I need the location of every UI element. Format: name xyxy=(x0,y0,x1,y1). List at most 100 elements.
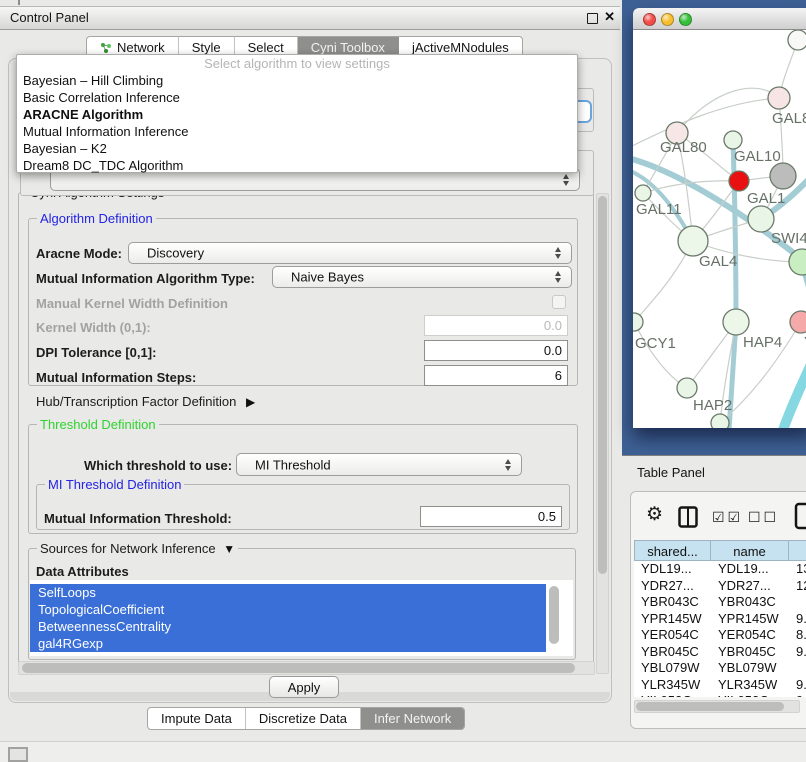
network-canvas[interactable]: GAL8GAL80GAL10GAL1GAL11GAL4SWI4GCY1HAP4Y… xyxy=(633,30,806,428)
network-edge[interactable] xyxy=(733,140,736,322)
which-threshold-value: MI Threshold xyxy=(255,457,331,472)
column-header[interactable]: shared... xyxy=(634,540,711,561)
which-threshold-select[interactable]: MI Threshold xyxy=(236,453,522,476)
network-node-hap4[interactable] xyxy=(723,309,749,335)
table-row[interactable]: YBR043CYBR043C xyxy=(634,594,806,611)
table-cell: YDL19... xyxy=(711,561,789,578)
attribute-item[interactable]: TopologicalCoefficient xyxy=(30,601,546,618)
vertical-scrollbar-thumb[interactable] xyxy=(598,196,607,574)
dropdown-item[interactable]: Basic Correlation Inference xyxy=(17,89,577,106)
minimize-traffic-light-icon[interactable] xyxy=(661,13,674,26)
spinner-arrows-icon xyxy=(562,174,570,186)
tab-discretize-data[interactable]: Discretize Data xyxy=(246,708,361,729)
tab-impute-data[interactable]: Impute Data xyxy=(148,708,246,729)
table-row[interactable]: YBL079WYBL079W xyxy=(634,660,806,677)
table-cell: YPR145W xyxy=(711,611,789,628)
dropdown-item[interactable]: Dream8 DC_TDC Algorithm xyxy=(17,157,577,174)
network-node[interactable] xyxy=(788,30,806,50)
mi-threshold-input[interactable]: 0.5 xyxy=(420,506,562,527)
dropdown-item[interactable]: Bayesian – Hill Climbing xyxy=(17,72,577,89)
select-all-checks-icon[interactable]: ☑☑ xyxy=(712,509,743,526)
file-icon[interactable] xyxy=(794,502,806,530)
network-edge[interactable] xyxy=(783,360,806,428)
network-node-y[interactable] xyxy=(790,311,806,333)
sources-title[interactable]: Sources for Network Inference ▼ xyxy=(37,541,238,556)
aracne-mode-select[interactable]: Discovery xyxy=(128,242,572,264)
network-node-hap2[interactable] xyxy=(677,378,697,398)
dropdown-item[interactable]: Mutual Information Inference xyxy=(17,123,577,140)
table-cell: YBR043C xyxy=(634,594,711,611)
network-node-gal4[interactable] xyxy=(678,226,708,256)
zoom-traffic-light-icon[interactable] xyxy=(679,13,692,26)
node-label: GAL4 xyxy=(699,253,737,270)
network-window-titlebar xyxy=(633,8,806,30)
network-node[interactable] xyxy=(770,163,796,189)
kernel-width-input[interactable]: 0.0 xyxy=(424,315,568,336)
table-row[interactable]: YBR045CYBR045C9. xyxy=(634,644,806,661)
table-hscrollbar-thumb[interactable] xyxy=(636,702,784,711)
table-cell: YBR045C xyxy=(711,644,789,661)
network-node-gcy1[interactable] xyxy=(633,313,643,331)
collapsed-panel-grip[interactable] xyxy=(8,747,28,762)
algorithm-definition-title: Algorithm Definition xyxy=(37,211,156,226)
table-row[interactable]: YPR145WYPR145W9. xyxy=(634,611,806,628)
tab-label: Cyni Toolbox xyxy=(311,40,385,55)
network-node-gal11[interactable] xyxy=(635,185,651,201)
aracne-mode-label: Aracne Mode: xyxy=(36,246,122,261)
dpi-tolerance-input[interactable]: 0.0 xyxy=(424,340,568,361)
table-cell: YDR27... xyxy=(634,578,711,595)
table-cell: 8. xyxy=(789,627,806,644)
node-label: GCY1 xyxy=(635,335,676,352)
table-cell: 9. xyxy=(789,677,806,694)
table-cell: YIL052C xyxy=(711,693,789,697)
network-node[interactable] xyxy=(748,206,774,232)
deselect-all-checks-icon[interactable]: ☐☐ xyxy=(748,509,779,526)
table-cell: YLR345W xyxy=(711,677,789,694)
bottom-tabbar: Impute Data Discretize DataInfer Network xyxy=(147,707,465,730)
attribute-item[interactable]: SelfLoops xyxy=(30,584,546,601)
table-cell: YIL052C xyxy=(634,693,711,697)
tab-infer-network[interactable]: Infer Network xyxy=(361,708,464,729)
tab-label: Impute Data xyxy=(161,711,232,726)
close-traffic-light-icon[interactable] xyxy=(643,13,656,26)
network-node-gal8[interactable] xyxy=(768,87,790,109)
mi-steps-input[interactable]: 6 xyxy=(424,365,568,386)
dropdown-item[interactable]: ARACNE Algorithm xyxy=(17,106,577,123)
table-row[interactable]: YDL19...YDL19...13 xyxy=(634,561,806,578)
column-header[interactable]: name xyxy=(711,540,789,561)
network-node-gal10[interactable] xyxy=(724,131,742,149)
control-panel-title: Control Panel xyxy=(10,7,89,29)
table-row[interactable]: YIL052CYIL052C9 xyxy=(634,693,806,697)
dropdown-item[interactable]: Bayesian – K2 xyxy=(17,140,577,157)
table-header-row: shared...nameA xyxy=(634,540,806,561)
network-icon xyxy=(100,42,112,54)
column-layout-icon[interactable] xyxy=(678,506,698,528)
table-cell: YBL079W xyxy=(634,660,711,677)
attribute-item[interactable]: BetweennessCentrality xyxy=(30,618,546,635)
gear-icon[interactable]: ⚙ xyxy=(646,503,663,526)
float-window-icon[interactable] xyxy=(587,13,598,24)
table-cell: YER054C xyxy=(634,627,711,644)
list-scrollbar-thumb[interactable] xyxy=(549,586,559,644)
network-window[interactable]: GAL8GAL80GAL10GAL1GAL11GAL4SWI4GCY1HAP4Y… xyxy=(633,8,806,428)
network-edge[interactable] xyxy=(634,322,687,388)
table-row[interactable]: YLR345WYLR345W9. xyxy=(634,677,806,694)
table-cell: YBR043C xyxy=(711,594,789,611)
table-row[interactable]: YDR27...YDR27...12 xyxy=(634,578,806,595)
column-header[interactable]: A xyxy=(789,540,806,561)
horizontal-scrollbar-thumb[interactable] xyxy=(22,663,575,673)
manual-kernel-checkbox[interactable] xyxy=(552,295,566,309)
dpi-tolerance-label: DPI Tolerance [0,1]: xyxy=(36,345,156,360)
network-node[interactable] xyxy=(711,414,729,428)
table-cell: 12 xyxy=(789,578,806,595)
network-node-gal1[interactable] xyxy=(729,171,749,191)
network-edge[interactable] xyxy=(677,88,779,133)
hub-section-toggle[interactable]: Hub/Transcription Factor Definition ▶ xyxy=(36,394,255,409)
close-icon[interactable]: ✕ xyxy=(604,9,615,25)
table-cell: 13 xyxy=(789,561,806,578)
table-body: YDL19...YDL19...13YDR27...YDR27...12YBR0… xyxy=(634,561,806,697)
table-row[interactable]: YER054CYER054C8. xyxy=(634,627,806,644)
attribute-item[interactable]: gal4RGexp xyxy=(30,635,546,652)
apply-button[interactable]: Apply xyxy=(269,676,339,698)
mi-type-select[interactable]: Naive Bayes xyxy=(272,266,572,288)
